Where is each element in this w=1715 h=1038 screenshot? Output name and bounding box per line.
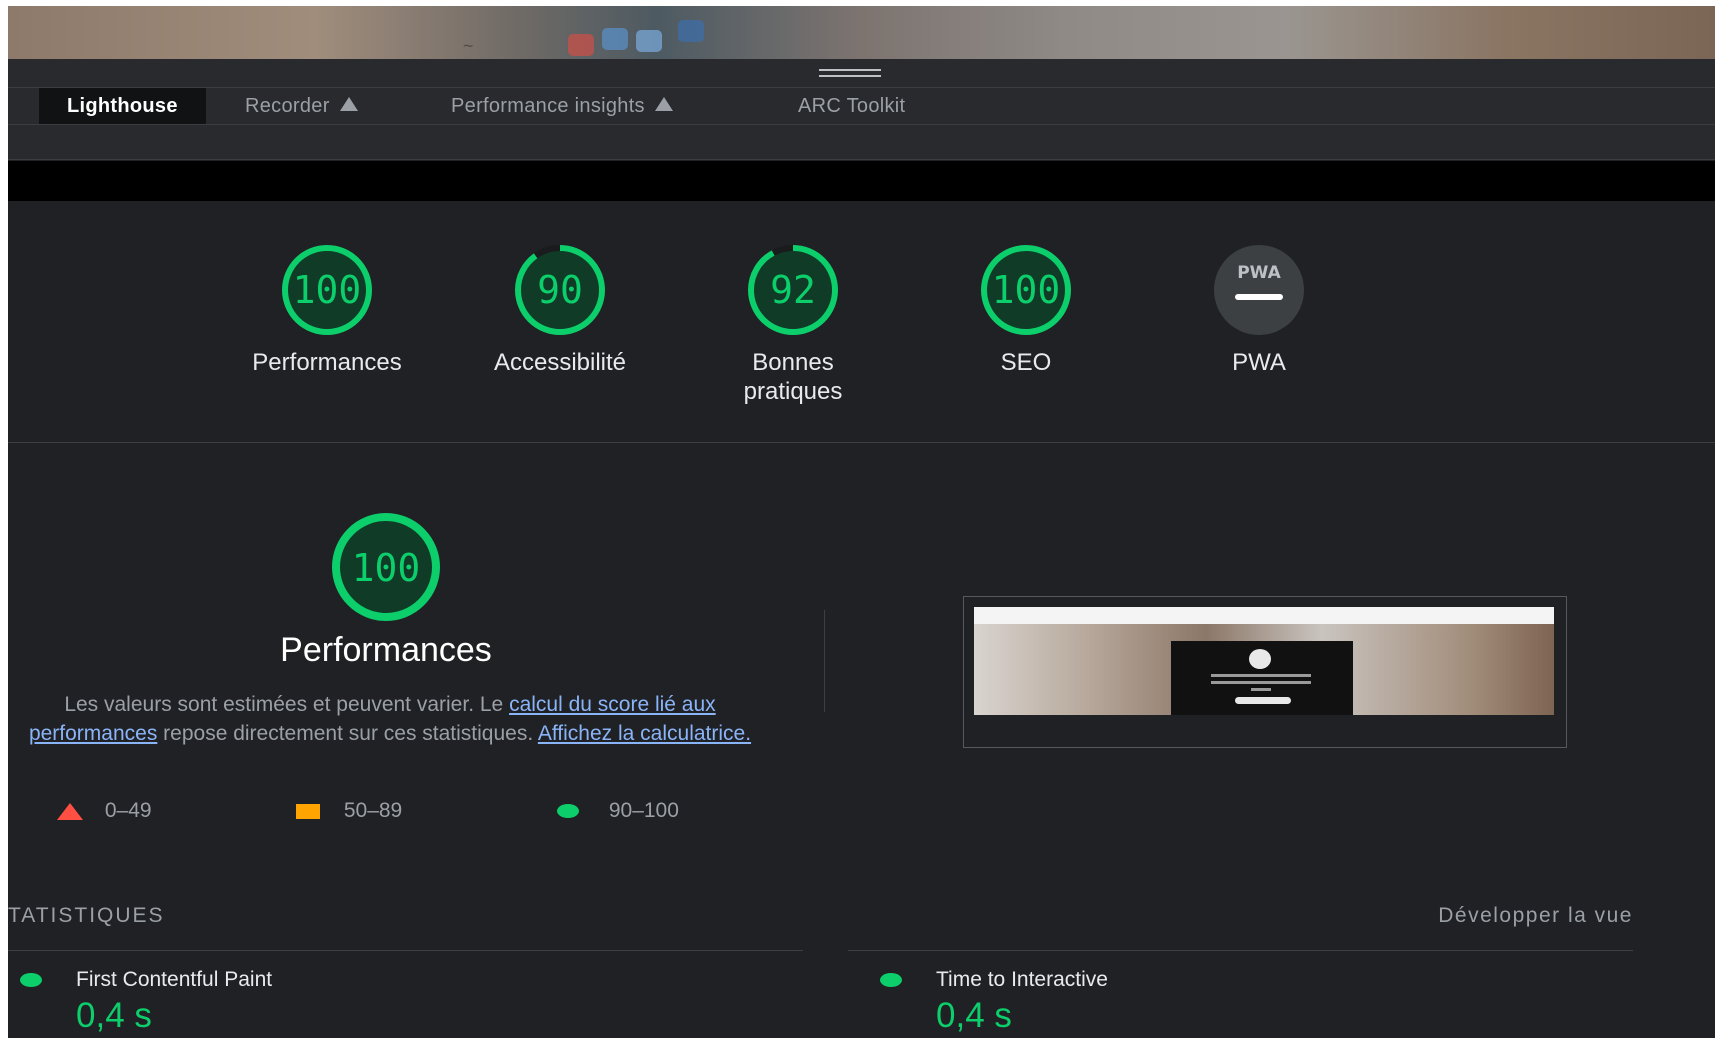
average-square-icon — [296, 803, 320, 819]
tab-label: ARC Toolkit — [798, 95, 906, 117]
photo-app-icon — [602, 28, 628, 50]
gauge-best-practices[interactable]: 92 Bonnes pratiques — [715, 242, 871, 405]
gauge-ring: 100 — [981, 245, 1071, 335]
gauge-label: Performances — [252, 349, 402, 376]
gauge-label: PWA — [1232, 349, 1286, 376]
desc-text: repose directement sur ces statistiques. — [157, 722, 538, 745]
metric-name: Time to Interactive — [936, 968, 1108, 991]
legend-pass: 90–100 — [557, 798, 679, 824]
metric-value: 0,4 s — [936, 996, 1012, 1035]
thumbnail-hero-box — [1171, 641, 1353, 715]
drag-handle-icon[interactable] — [819, 69, 881, 77]
thumbnail-button — [1235, 697, 1291, 704]
gauge-score: 100 — [352, 546, 421, 590]
thumbnail-text-line — [1211, 674, 1311, 677]
legend-average: 50–89 — [296, 798, 402, 824]
photo-app-icon — [568, 34, 594, 56]
tab-recorder[interactable]: Recorder — [245, 88, 358, 124]
page-background-photo: ~ — [8, 6, 1715, 59]
section-divider — [8, 442, 1715, 443]
gauge-accessibility[interactable]: 90 Accessibilité — [482, 242, 638, 400]
performance-description: Les valeurs sont estimées et peuvent var… — [20, 690, 760, 748]
gauge-label: SEO — [1000, 349, 1052, 376]
expand-view-toggle[interactable]: Développer la vue — [1438, 904, 1633, 928]
pass-circle-icon — [20, 973, 42, 987]
legend-fail: 0–49 — [57, 798, 152, 824]
thumbnail-text-line — [1251, 688, 1271, 691]
thumbnail-navbar — [974, 607, 1554, 624]
photo-handwriting: ~ — [463, 36, 474, 56]
gauge-ring: 100 — [282, 245, 372, 335]
performance-title: Performances — [280, 631, 492, 669]
devtools-tabbar: Lighthouse Recorder Performance insights… — [8, 88, 1715, 125]
pass-circle-icon — [880, 973, 902, 987]
metric-value: 0,4 s — [76, 996, 152, 1035]
gauge-label: Bonnes pratiques — [743, 349, 843, 405]
page-thumbnail — [974, 607, 1554, 715]
final-screenshot[interactable] — [963, 596, 1567, 748]
stats-divider — [8, 950, 803, 951]
statistics-heading: TATISTIQUES — [8, 904, 165, 927]
gauge-performance[interactable]: 100 Performances — [249, 242, 405, 400]
photo-app-icon — [678, 20, 704, 42]
gauge-seo[interactable]: 100 SEO — [948, 242, 1104, 400]
legend-range: 0–49 — [104, 799, 152, 822]
gauge-ring: 90 — [515, 245, 605, 335]
pwa-badge-text: PWA — [1237, 263, 1281, 283]
tab-label: Lighthouse — [67, 95, 178, 117]
performance-gauge-large: 100 — [332, 513, 440, 621]
flask-icon — [654, 97, 673, 111]
thumbnail-logo-icon — [1249, 649, 1271, 669]
tab-label: Recorder — [245, 95, 330, 117]
gauge-score: 100 — [293, 268, 362, 312]
gauge-score: 90 — [537, 268, 583, 312]
vertical-separator — [824, 610, 825, 712]
gauge-ring: 92 — [748, 245, 838, 335]
tab-lighthouse[interactable]: Lighthouse — [39, 88, 206, 124]
drawer-resize-bar[interactable] — [8, 59, 1715, 88]
stats-divider — [848, 950, 1633, 951]
fail-triangle-icon — [57, 802, 83, 820]
tab-label: Performance insights — [451, 95, 645, 117]
tab-arc-toolkit[interactable]: ARC Toolkit — [798, 88, 905, 124]
gauge-score: 100 — [992, 268, 1061, 312]
devtools-window: ~ Lighthouse Recorder Performance insigh… — [8, 6, 1715, 1038]
metric-name: First Contentful Paint — [76, 968, 273, 991]
pass-circle-icon — [557, 804, 579, 819]
pwa-badge-icon: PWA — [1214, 245, 1304, 335]
tab-performance-insights[interactable]: Performance insights — [451, 88, 673, 124]
report-topbar — [8, 161, 1715, 201]
lighthouse-toolbar — [8, 125, 1715, 160]
gauge-pwa[interactable]: PWA PWA — [1181, 242, 1337, 400]
thumbnail-text-line — [1211, 681, 1311, 684]
legend-range: 50–89 — [343, 799, 403, 822]
gauge-label: Accessibilité — [493, 349, 627, 376]
gauge-score: 92 — [770, 268, 816, 312]
desc-text: Les valeurs sont estimées et peuvent var… — [64, 693, 510, 716]
legend-range: 90–100 — [608, 799, 679, 822]
photo-app-icon — [636, 30, 662, 52]
flask-icon — [339, 97, 358, 111]
performance-summary: 100 Performances — [207, 512, 565, 670]
calculator-link[interactable]: Affichez la calculatrice. — [538, 722, 751, 745]
